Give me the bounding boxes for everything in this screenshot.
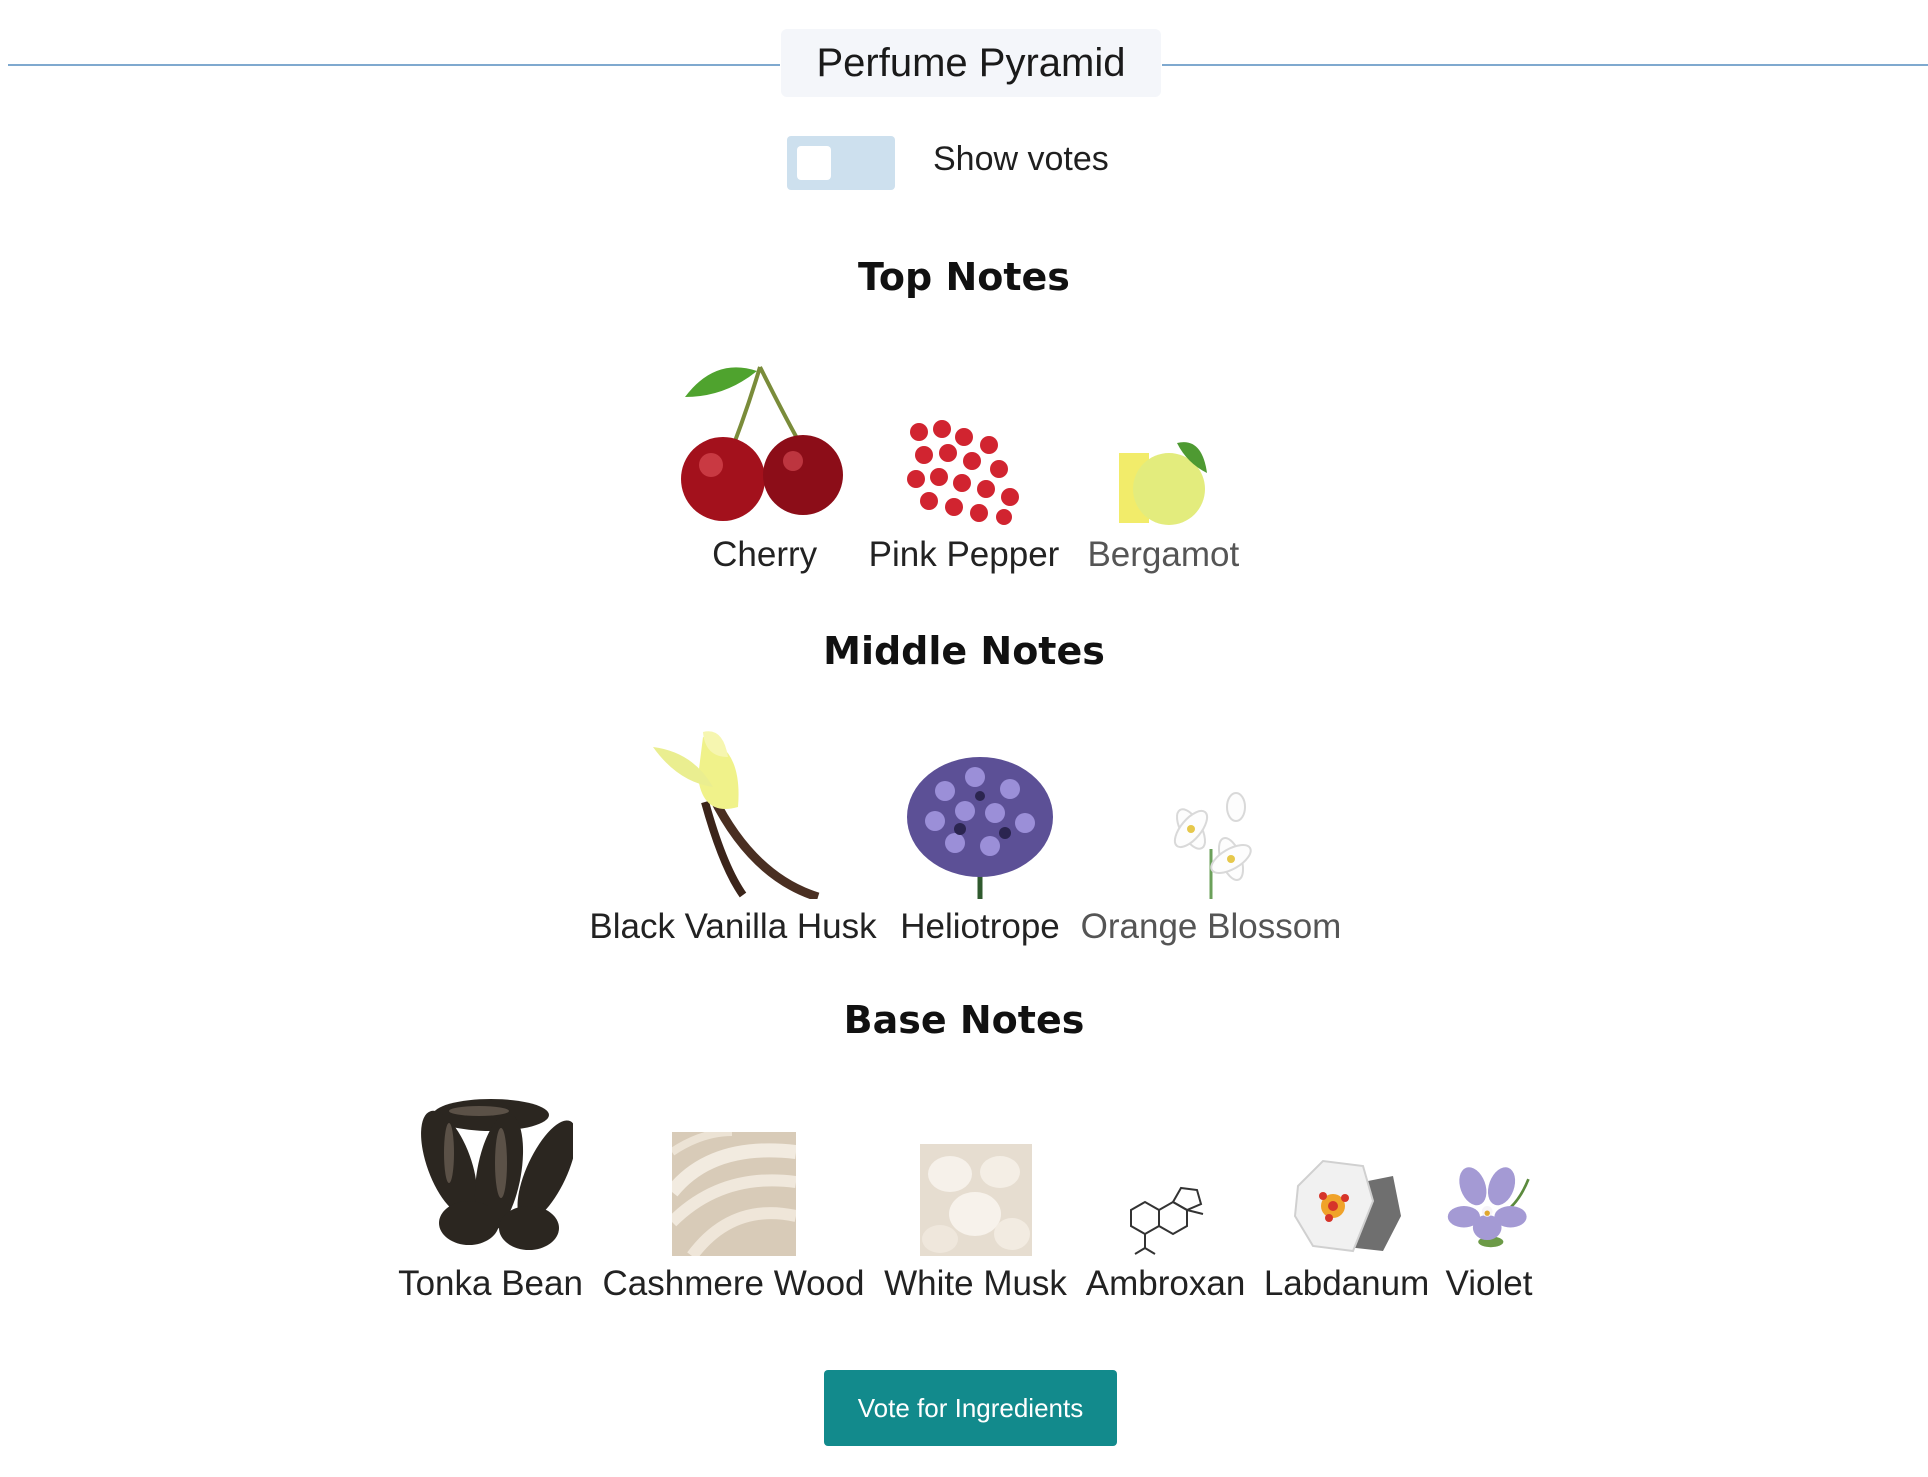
note-label: Violet — [1445, 1264, 1533, 1303]
header-divider-left — [8, 64, 780, 66]
note-tonka-bean[interactable]: Tonka Bean — [396, 1093, 586, 1304]
note-violet[interactable]: Violet — [1445, 1156, 1533, 1304]
section-title-top-notes: Top Notes — [858, 255, 1070, 299]
note-black-vanilla-husk[interactable]: Black Vanilla Husk — [583, 727, 883, 947]
note-label: Pink Pepper — [868, 535, 1060, 574]
note-label: Black Vanilla Husk — [589, 907, 877, 946]
show-votes-toggle[interactable] — [787, 136, 895, 190]
note-white-musk[interactable]: White Musk — [882, 1144, 1070, 1304]
labdanum-icon — [1262, 1156, 1432, 1256]
tonka-bean-icon — [396, 1093, 586, 1256]
note-label: Cashmere Wood — [602, 1264, 865, 1303]
note-labdanum[interactable]: Labdanum — [1262, 1156, 1432, 1304]
note-label: White Musk — [884, 1264, 1067, 1303]
note-label: Labdanum — [1263, 1264, 1430, 1303]
toggle-knob — [797, 146, 831, 180]
ambroxan-molecule-icon — [1084, 1176, 1248, 1256]
middle-notes-row: Black Vanilla Husk Heliotrope Orange Blo… — [0, 722, 1928, 947]
white-musk-icon — [882, 1144, 1070, 1256]
note-heliotrope[interactable]: Heliotrope — [897, 751, 1063, 947]
vanilla-icon — [583, 727, 883, 899]
heliotrope-icon — [897, 751, 1063, 899]
vote-for-ingredients-button[interactable]: Vote for Ingredients — [824, 1370, 1117, 1446]
note-label: Cherry — [712, 535, 818, 574]
note-label: Ambroxan — [1085, 1264, 1246, 1303]
top-notes-row: Cherry Pink Pepper Bergamot — [0, 350, 1928, 575]
note-pink-pepper[interactable]: Pink Pepper — [868, 407, 1060, 575]
cashmere-wood-icon — [600, 1132, 868, 1256]
orange-blossom-icon — [1077, 789, 1345, 899]
violet-icon — [1446, 1156, 1532, 1256]
note-cherry[interactable]: Cherry — [675, 357, 855, 575]
note-label: Heliotrope — [900, 907, 1060, 946]
cherry-icon — [675, 357, 855, 527]
page-title: Perfume Pyramid — [781, 29, 1161, 97]
note-cashmere-wood[interactable]: Cashmere Wood — [600, 1132, 868, 1304]
note-ambroxan[interactable]: Ambroxan — [1084, 1176, 1248, 1304]
note-orange-blossom[interactable]: Orange Blossom — [1077, 789, 1345, 947]
show-votes-row: Show votes — [0, 136, 1928, 190]
base-notes-row: Tonka Bean Cashmere Wood White Musk Ambr… — [0, 1090, 1928, 1304]
section-title-base-notes: Base Notes — [843, 998, 1085, 1042]
note-label: Tonka Bean — [398, 1264, 583, 1303]
note-label: Orange Blossom — [1080, 907, 1342, 946]
note-label: Bergamot — [1087, 535, 1240, 574]
section-title-middle-notes: Middle Notes — [823, 629, 1105, 673]
bergamot-icon — [1073, 427, 1253, 527]
header-divider-right — [1162, 64, 1928, 66]
pink-pepper-icon — [869, 407, 1059, 527]
note-bergamot[interactable]: Bergamot — [1073, 427, 1253, 575]
show-votes-label: Show votes — [933, 140, 1109, 178]
